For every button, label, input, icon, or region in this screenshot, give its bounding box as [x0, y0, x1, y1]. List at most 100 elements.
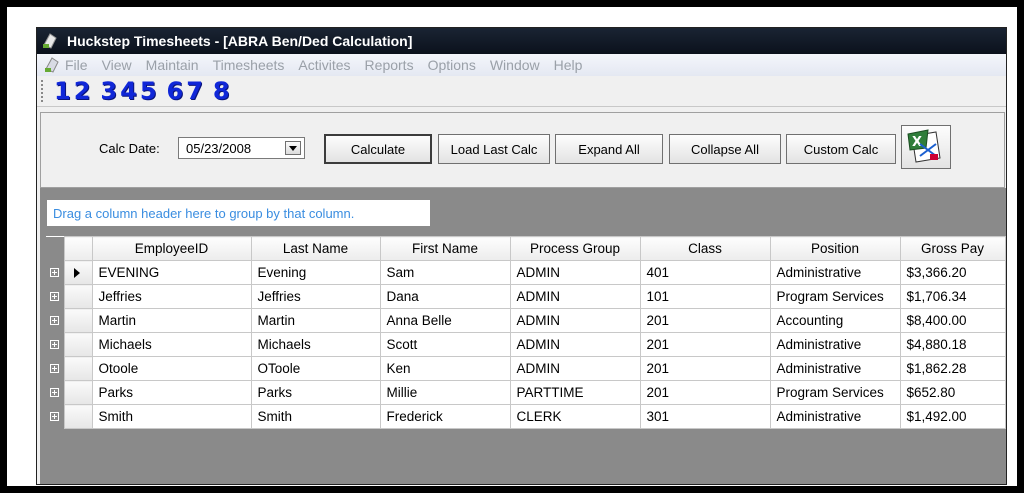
cell-class[interactable]: 101	[639, 284, 771, 309]
cell-last-name[interactable]: OToole	[250, 356, 381, 381]
cell-class[interactable]: 201	[639, 356, 771, 381]
quick-button-6[interactable]: 6	[167, 77, 184, 105]
table-row[interactable]: Smith Smith Frederick CLERK 301 Administrativ…	[46, 404, 1006, 429]
quick-button-1[interactable]: 1	[54, 77, 71, 105]
cell-employeeid[interactable]: Smith	[91, 404, 252, 429]
cell-last-name[interactable]: Martin	[250, 308, 381, 333]
row-selector[interactable]	[63, 308, 93, 333]
cell-employeeid[interactable]: EVENING	[91, 260, 252, 285]
cell-gross-pay[interactable]: $1,492.00	[899, 404, 1006, 429]
collapse-all-button[interactable]: Collapse All	[669, 134, 781, 164]
expand-all-button[interactable]: Expand All	[555, 134, 663, 164]
cell-gross-pay[interactable]: $652.80	[899, 380, 1006, 405]
row-expander[interactable]	[46, 332, 64, 357]
cell-class[interactable]: 301	[639, 404, 771, 429]
date-dropdown-button[interactable]	[285, 141, 301, 155]
table-row[interactable]: Martin Martin Anna Belle ADMIN 201 Accounting…	[46, 308, 1006, 333]
cell-process-group[interactable]: CLERK	[509, 404, 641, 429]
cell-process-group[interactable]: PARTTIME	[509, 380, 641, 405]
cell-first-name[interactable]: Anna Belle	[379, 308, 511, 333]
cell-last-name[interactable]: Michaels	[250, 332, 381, 357]
menu-activites[interactable]: Activites	[298, 57, 350, 73]
cell-position[interactable]: Administrative	[769, 332, 901, 357]
toolbar-grip[interactable]	[41, 80, 46, 102]
cell-gross-pay[interactable]: $3,366.20	[899, 260, 1006, 285]
expand-plus-icon[interactable]	[50, 316, 60, 325]
menu-view[interactable]: View	[102, 57, 132, 73]
quick-button-3[interactable]: 3	[100, 77, 117, 105]
cell-first-name[interactable]: Scott	[379, 332, 511, 357]
row-expander[interactable]	[46, 284, 64, 309]
cell-last-name[interactable]: Smith	[250, 404, 381, 429]
expand-plus-icon[interactable]	[50, 412, 60, 421]
quick-button-2[interactable]: 2	[74, 77, 91, 105]
cell-first-name[interactable]: Millie	[379, 380, 511, 405]
column-header-position[interactable]: Position	[769, 236, 901, 261]
row-expander[interactable]	[46, 404, 64, 429]
column-header-first-name[interactable]: First Name	[379, 236, 511, 261]
cell-process-group[interactable]: ADMIN	[509, 308, 641, 333]
calc-date-picker[interactable]: 05/23/2008	[178, 137, 305, 159]
load-last-calc-button[interactable]: Load Last Calc	[438, 134, 550, 164]
table-row[interactable]: Michaels Michaels Scott ADMIN 201 Administrat…	[46, 332, 1006, 357]
custom-calc-button[interactable]: Custom Calc	[786, 134, 896, 164]
cell-gross-pay[interactable]: $8,400.00	[899, 308, 1006, 333]
row-expander[interactable]	[46, 308, 64, 333]
group-by-panel[interactable]: Drag a column header here to group by th…	[47, 200, 430, 226]
cell-class[interactable]: 201	[639, 308, 771, 333]
row-selector[interactable]	[63, 332, 93, 357]
row-selector[interactable]	[63, 284, 93, 309]
cell-first-name[interactable]: Sam	[379, 260, 511, 285]
cell-position[interactable]: Administrative	[769, 356, 901, 381]
expand-plus-icon[interactable]	[50, 340, 60, 349]
cell-employeeid[interactable]: Martin	[91, 308, 252, 333]
expand-plus-icon[interactable]	[50, 364, 60, 373]
column-header-class[interactable]: Class	[639, 236, 771, 261]
cell-first-name[interactable]: Ken	[379, 356, 511, 381]
row-selector[interactable]	[63, 404, 93, 429]
calc-date-value[interactable]: 05/23/2008	[186, 141, 251, 156]
cell-process-group[interactable]: ADMIN	[509, 356, 641, 381]
table-row[interactable]: EVENING Evening Sam ADMIN 401 Administrative $…	[46, 260, 1006, 285]
row-expander[interactable]	[46, 356, 64, 381]
quick-button-8[interactable]: 8	[213, 77, 230, 105]
menu-window[interactable]: Window	[490, 57, 540, 73]
row-selector[interactable]	[63, 260, 93, 285]
menu-timesheets[interactable]: Timesheets	[213, 57, 285, 73]
expand-plus-icon[interactable]	[50, 388, 60, 397]
export-excel-button[interactable]: X	[901, 125, 951, 169]
cell-first-name[interactable]: Dana	[379, 284, 511, 309]
cell-employeeid[interactable]: Parks	[91, 380, 252, 405]
menu-file[interactable]: File	[65, 57, 88, 73]
menu-help[interactable]: Help	[554, 57, 583, 73]
cell-position[interactable]: Administrative	[769, 404, 901, 429]
cell-gross-pay[interactable]: $4,880.18	[899, 332, 1006, 357]
cell-class[interactable]: 201	[639, 380, 771, 405]
cell-process-group[interactable]: ADMIN	[509, 284, 641, 309]
expand-plus-icon[interactable]	[50, 292, 60, 301]
table-row[interactable]: Otoole OToole Ken ADMIN 201 Administrative $1,…	[46, 356, 1006, 381]
quick-button-4[interactable]: 4	[120, 77, 137, 105]
cell-employeeid[interactable]: Otoole	[91, 356, 252, 381]
cell-position[interactable]: Program Services	[769, 284, 901, 309]
row-expander[interactable]	[46, 260, 64, 285]
menu-maintain[interactable]: Maintain	[146, 57, 199, 73]
column-header-last-name[interactable]: Last Name	[250, 236, 381, 261]
expand-plus-icon[interactable]	[50, 268, 60, 277]
cell-employeeid[interactable]: Michaels	[91, 332, 252, 357]
cell-process-group[interactable]: ADMIN	[509, 332, 641, 357]
cell-class[interactable]: 401	[639, 260, 771, 285]
cell-class[interactable]: 201	[639, 332, 771, 357]
menu-options[interactable]: Options	[428, 57, 476, 73]
calculate-button[interactable]: Calculate	[324, 134, 432, 164]
column-header-employeeid[interactable]: EmployeeID	[91, 236, 252, 261]
cell-position[interactable]: Administrative	[769, 260, 901, 285]
row-expander[interactable]	[46, 380, 64, 405]
row-selector[interactable]	[63, 356, 93, 381]
cell-position[interactable]: Program Services	[769, 380, 901, 405]
table-row[interactable]: Jeffries Jeffries Dana ADMIN 101 Program Serv…	[46, 284, 1006, 309]
column-header-gross-pay[interactable]: Gross Pay	[899, 236, 1006, 261]
table-row[interactable]: Parks Parks Millie PARTTIME 201 Program Servi…	[46, 380, 1006, 405]
cell-gross-pay[interactable]: $1,706.34	[899, 284, 1006, 309]
cell-employeeid[interactable]: Jeffries	[91, 284, 252, 309]
